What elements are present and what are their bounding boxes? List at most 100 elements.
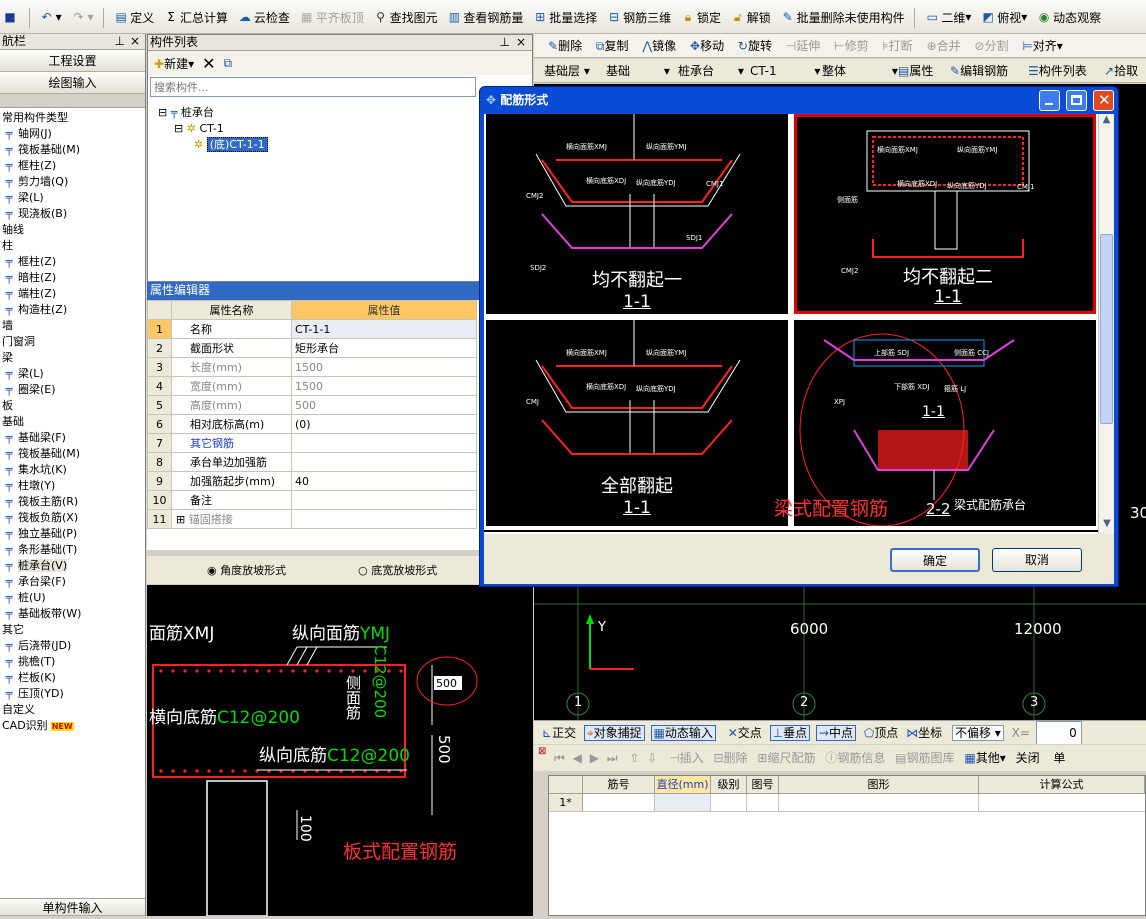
split-button[interactable]: ⊘分割 — [964, 39, 1008, 53]
edit-rebar-button[interactable]: ✎编辑钢筋 — [950, 59, 1008, 82]
delete-button[interactable]: ✎删除 — [534, 39, 582, 53]
nav-item[interactable]: ╤ 筏板基础(M) — [0, 446, 145, 462]
sum-calc-button[interactable]: Σ 汇总计算 — [161, 0, 231, 33]
property-row[interactable]: 8 承台单边加强筋 — [147, 452, 477, 472]
height-dim-input[interactable] — [433, 675, 463, 691]
drawing-input-button[interactable]: 绘图输入 — [0, 72, 145, 94]
save-button[interactable]: ■ — [0, 0, 22, 33]
intersection-snap[interactable]: ✕交点 — [728, 726, 762, 740]
merge-button[interactable]: ⊕合并 — [917, 39, 961, 53]
move-button[interactable]: ✥移动 — [680, 39, 724, 53]
scroll-down-arrow[interactable]: ▼ — [1099, 518, 1115, 534]
extend-button[interactable]: ⊣延伸 — [776, 39, 820, 53]
property-value[interactable]: 矩形承台 — [291, 338, 477, 358]
close-button[interactable]: ✕ — [1093, 90, 1114, 111]
find-element-button[interactable]: ⚲ 查找图元 — [371, 0, 441, 33]
batch-select-button[interactable]: ⊞ 批量选择 — [530, 0, 600, 33]
rebar-library-button[interactable]: ▤钢筋图库 — [889, 751, 954, 765]
column-header[interactable]: 级别 — [711, 776, 747, 793]
mirror-button[interactable]: ⋀镜像 — [632, 39, 676, 53]
element-select[interactable]: CT-1 ▾ — [750, 59, 820, 82]
copy-button[interactable]: ⧉复制 — [586, 39, 629, 53]
cell-diameter[interactable] — [655, 794, 711, 811]
level-slab-button[interactable]: ▦ 平齐板顶 — [297, 0, 367, 33]
column-header[interactable]: 图号 — [747, 776, 779, 793]
scroll-thumb[interactable] — [1100, 234, 1113, 424]
minimize-button[interactable] — [1039, 90, 1061, 111]
nav-item[interactable]: ╤ 筏板基础(M) — [0, 142, 145, 158]
dynamic-input-toggle[interactable]: ▦动态输入 — [650, 725, 716, 741]
nav-prev-icon[interactable]: ◀ — [569, 751, 582, 765]
table-row[interactable]: 1* — [549, 794, 1145, 812]
property-value[interactable]: (0) — [291, 414, 477, 434]
rebar-form-option[interactable]: 横向面筋XMJ 纵向面筋YMJ 横向底筋XDJ 纵向底筋YDJ 侧面筋 CMJ1 CMJ2 均… — [794, 114, 1096, 314]
break-button[interactable]: ⊧打断 — [872, 39, 912, 53]
tree-node-ct1-1[interactable]: ✲ (底)CT-1-1 — [158, 137, 268, 153]
table-delete-button[interactable]: ⊟删除 — [707, 751, 747, 765]
nav-item[interactable]: ╤ 框柱(Z) — [0, 158, 145, 174]
offset-select[interactable]: 不偏移 ▾ — [951, 725, 1004, 741]
nav-group[interactable]: 梁 — [0, 350, 145, 366]
layer-select[interactable]: 基础 ▾ — [606, 59, 670, 82]
nav-item[interactable]: ╤ 梁(L) — [0, 366, 145, 382]
nav-item[interactable]: ╤ 梁(L) — [0, 190, 145, 206]
property-row[interactable]: 9 加强筋起步(mm) 40 — [147, 471, 477, 491]
nav-item[interactable]: ╤ 现浇板(B) — [0, 206, 145, 222]
nav-last-icon[interactable]: ⏭ — [603, 751, 618, 765]
property-value[interactable]: CT-1-1 — [291, 319, 477, 339]
property-row[interactable]: 3 长度(mm) 1500 — [147, 357, 477, 377]
delete-icon[interactable]: ✕ — [202, 54, 215, 73]
nav-item[interactable]: ╤ 基础梁(F) — [0, 430, 145, 446]
nav-item[interactable]: ╤ 构造柱(Z) — [0, 302, 145, 318]
column-header[interactable]: 筋号 — [583, 776, 655, 793]
pin-icon[interactable]: ⊥ — [115, 34, 125, 49]
nav-group[interactable]: 门窗洞 — [0, 334, 145, 350]
ok-button[interactable]: 确定 — [890, 548, 980, 572]
rotate-button[interactable]: ↻旋转 — [728, 39, 772, 53]
move-up-icon[interactable]: ⇧ — [621, 751, 639, 765]
column-header[interactable]: 直径(mm) — [655, 776, 711, 793]
cloud-check-button[interactable]: ☁ 云检查 — [235, 0, 293, 33]
top-view-dropdown[interactable]: ◩ 俯视 ▾ — [978, 0, 1030, 33]
property-row[interactable]: 6 相对底标高(m) (0) — [147, 414, 477, 434]
midpoint-snap[interactable]: →中点 — [815, 725, 856, 741]
rebar-3d-button[interactable]: ⊟ 钢筋三维 — [604, 0, 674, 33]
cancel-button[interactable]: 取消 — [992, 548, 1082, 572]
close-icon[interactable]: × — [130, 34, 140, 49]
nav-group[interactable]: 常用构件类型 — [0, 110, 145, 126]
property-value[interactable] — [291, 509, 477, 529]
vertex-snap[interactable]: ⬠顶点 — [864, 726, 898, 740]
property-row[interactable]: 4 宽度(mm) 1500 — [147, 376, 477, 396]
nav-group[interactable]: 其它 — [0, 622, 145, 638]
rebar-form-option[interactable]: 横向面筋XMJ 纵向面筋YMJ 横向底筋XDJ 纵向底筋YDJ CMJ 全部翻起 1-1 — [486, 320, 788, 526]
nav-item[interactable]: ╤ 轴网(J) — [0, 126, 145, 142]
nav-item[interactable]: ╤ 桩(U) — [0, 590, 145, 606]
insert-button[interactable]: ⊣插入 — [661, 751, 703, 765]
view-rebar-qty-button[interactable]: ▥ 查看钢筋量 — [444, 0, 526, 33]
component-search-input[interactable] — [150, 77, 476, 97]
new-component-button[interactable]: ✚新建▾ — [154, 55, 194, 72]
align-button[interactable]: ⊨对齐▾ — [1012, 39, 1063, 53]
copy-icon[interactable]: ⧉ — [224, 56, 233, 71]
pick-button[interactable]: ↗拾取 — [1104, 59, 1138, 82]
scroll-up-arrow[interactable]: ▲ — [1099, 114, 1114, 130]
nav-item[interactable]: ╤ 独立基础(P) — [0, 526, 145, 542]
lock-button[interactable]: 🔒︎ 锁定 — [678, 0, 724, 33]
expand-icon[interactable]: ⊞ — [176, 513, 189, 526]
column-header[interactable]: 图形 — [779, 776, 979, 793]
nav-item[interactable]: ╤ 框柱(Z) — [0, 254, 145, 270]
object-snap-toggle[interactable]: ⌖对象捕捉 — [583, 725, 645, 741]
radio-angle[interactable]: ◉ 角度放坡形式 — [207, 562, 286, 578]
property-value[interactable]: 1500 — [291, 357, 477, 377]
nav-item[interactable]: ╤ 压顶(YD) — [0, 686, 145, 702]
nav-group[interactable]: 柱 — [0, 238, 145, 254]
unlock-button[interactable]: 🔓︎ 解锁 — [728, 0, 774, 33]
property-row[interactable]: 10 备注 — [147, 490, 477, 510]
gallery-scrollbar[interactable]: ▲ ▼ — [1098, 114, 1114, 534]
property-value[interactable]: 1500 — [291, 376, 477, 396]
type-select[interactable]: 桩承台 ▾ — [678, 59, 744, 82]
redo-button[interactable]: ↷ ▾ — [69, 0, 97, 33]
nav-group[interactable]: CAD识别 NEW — [0, 718, 145, 734]
component-list-toggle[interactable]: ☰构件列表 — [1028, 59, 1087, 82]
property-row[interactable]: 11 ⊞ 锚固搭接 — [147, 509, 477, 529]
